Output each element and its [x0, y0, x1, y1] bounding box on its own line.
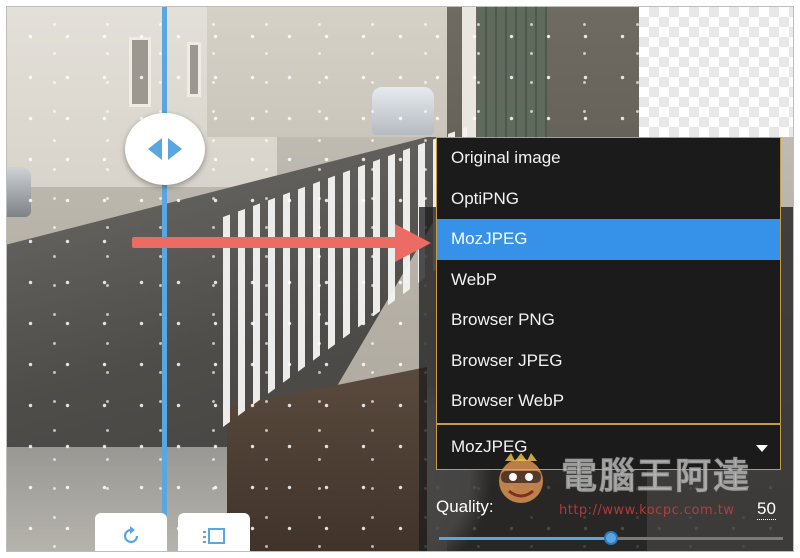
menu-item-original-image[interactable]: Original image: [437, 138, 780, 179]
caret-down-icon: [756, 445, 768, 452]
background-toggle-button[interactable]: [178, 513, 250, 551]
menu-item-optipng[interactable]: OptiPNG: [437, 179, 780, 220]
watermark-mascot-icon: [499, 453, 543, 503]
quality-label: Quality:: [436, 497, 494, 516]
chevron-right-icon: [168, 138, 182, 160]
menu-item-webp[interactable]: WebP: [437, 260, 780, 301]
compare-divider-handle[interactable]: [125, 113, 205, 185]
chevron-left-icon: [148, 138, 162, 160]
quality-slider-thumb[interactable]: [604, 531, 618, 545]
menu-item-browser-webp[interactable]: Browser WebP: [437, 381, 780, 422]
rotate-button[interactable]: [95, 513, 167, 551]
menu-item-browser-jpeg[interactable]: Browser JPEG: [437, 341, 780, 382]
compare-divider[interactable]: [162, 7, 167, 551]
background-toggle-icon: [203, 528, 225, 544]
menu-item-mozjpeg[interactable]: MozJPEG: [437, 219, 780, 260]
menu-item-browser-png[interactable]: Browser PNG: [437, 300, 780, 341]
annotation-arrow: [132, 237, 402, 248]
quality-slider[interactable]: [439, 531, 783, 545]
method-dropdown-list: Original image OptiPNG MozJPEG WebP Brow…: [436, 137, 781, 424]
annotation-arrow-head: [395, 224, 431, 262]
app-window: Original image OptiPNG MozJPEG WebP Brow…: [6, 6, 794, 552]
transparency-checkerboard: [639, 7, 793, 137]
watermark-url: http://www.kocpc.com.tw: [559, 503, 735, 518]
quality-slider-fill: [439, 537, 611, 540]
quality-value[interactable]: 50: [757, 499, 776, 520]
rotate-icon: [123, 526, 139, 544]
watermark-title: 電腦王阿達: [560, 456, 752, 498]
